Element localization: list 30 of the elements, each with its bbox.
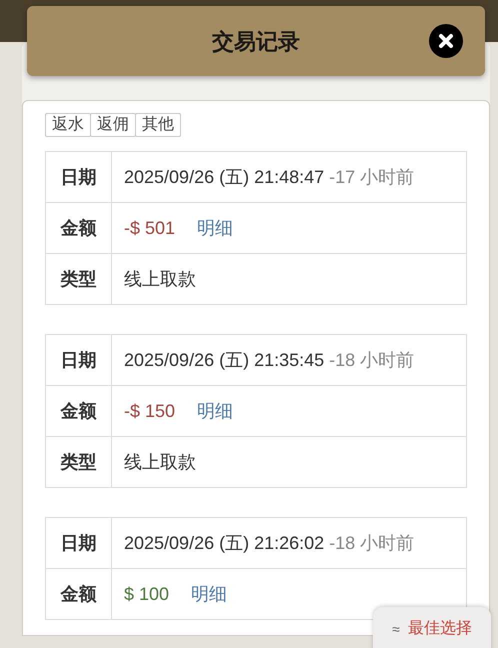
amount-value: $ 100 — [124, 584, 170, 604]
close-icon — [438, 33, 454, 49]
row-label: 类型 — [46, 436, 112, 488]
date-cell: 2025/09/26 (五) 21:35:45 -18 小时前 — [112, 334, 466, 386]
detail-link[interactable]: 明细 — [197, 218, 234, 238]
type-cell: 线上取款 — [112, 254, 466, 304]
relative-time: -17 小时前 — [329, 166, 414, 186]
best-choice-button[interactable]: ≈ 最佳选择 — [373, 607, 491, 648]
date-cell: 2025/09/26 (五) 21:48:47 -17 小时前 — [112, 152, 466, 202]
detail-link[interactable]: 明细 — [197, 400, 234, 420]
row-label: 日期 — [46, 334, 112, 386]
row-label: 日期 — [46, 152, 112, 202]
amount-value: -$ 150 — [124, 400, 176, 420]
relative-time: -18 小时前 — [329, 532, 414, 552]
filter-tab[interactable]: 返佣 — [90, 113, 136, 137]
row-label: 金额 — [46, 202, 112, 254]
detail-link[interactable]: 明细 — [191, 584, 228, 604]
row-label: 金额 — [46, 568, 112, 620]
row-label: 日期 — [46, 518, 112, 568]
row-label: 类型 — [46, 254, 112, 304]
date-cell: 2025/09/26 (五) 21:26:02 -18 小时前 — [112, 518, 466, 568]
relative-time: -18 小时前 — [329, 350, 414, 370]
type-cell: 线上取款 — [112, 436, 466, 488]
row-label: 金额 — [46, 386, 112, 436]
chevron-up-icon: ≈ — [392, 618, 400, 640]
close-button[interactable] — [429, 24, 463, 58]
dialog-title: 交易记录 — [212, 28, 300, 56]
amount-value: -$ 501 — [124, 218, 176, 238]
filter-tab[interactable]: 返水 — [45, 113, 91, 137]
filter-tab[interactable]: 其他 — [135, 113, 181, 137]
